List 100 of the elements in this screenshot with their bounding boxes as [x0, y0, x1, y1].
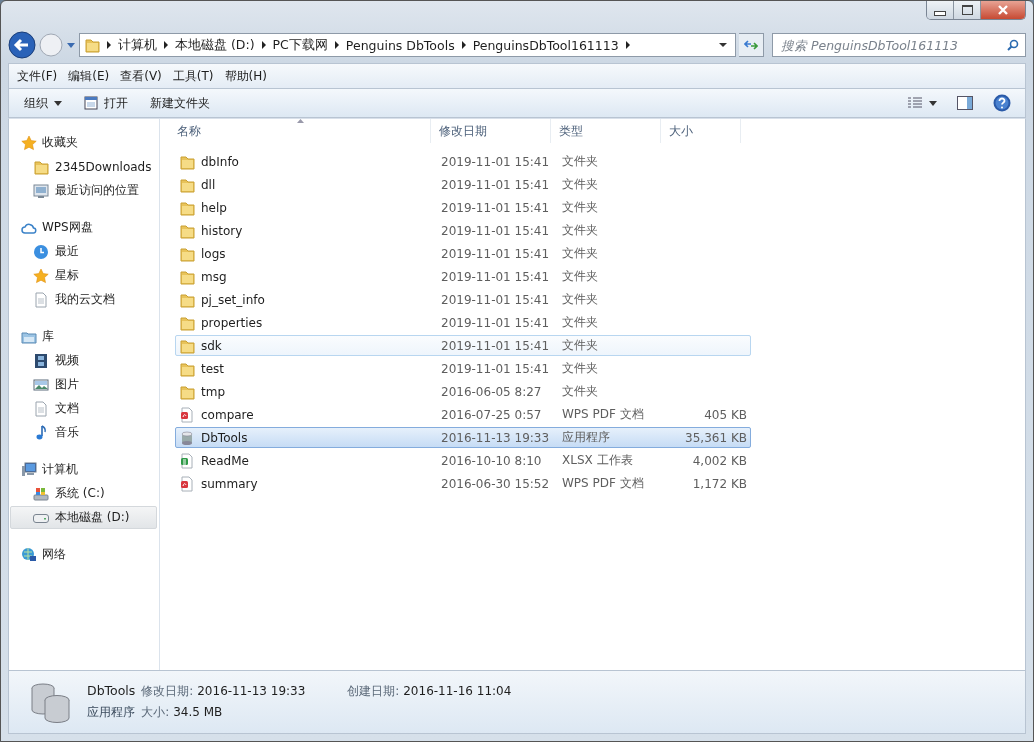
sidebar-item[interactable]: 本地磁盘 (D:)	[10, 506, 157, 529]
file-name: properties	[201, 315, 263, 330]
file-row[interactable]: ReadMe 2016-10-10 8:10 XLSX 工作表 4,002 KB	[175, 450, 751, 471]
file-name: sdk	[201, 338, 222, 353]
file-row[interactable]: logs 2019-11-01 15:41 文件夹	[175, 243, 751, 264]
sidebar-item[interactable]: 我的云文档	[10, 288, 157, 311]
address-bar[interactable]: 计算机 本地磁盘 (D:) PC下载网 Penguins DbTools PenguinsDbTool161113	[79, 33, 736, 57]
file-row[interactable]: help 2019-11-01 15:41 文件夹	[175, 197, 751, 218]
file-name: history	[201, 223, 243, 238]
chevron-icon[interactable]	[624, 41, 631, 49]
film-icon	[33, 352, 49, 369]
sidebar-item[interactable]: 2345Downloads	[10, 155, 157, 178]
file-name: msg	[201, 269, 227, 284]
file-row[interactable]: sdk 2019-11-01 15:41 文件夹	[175, 335, 751, 356]
refresh-arrows-icon	[744, 39, 758, 51]
file-row[interactable]: properties 2019-11-01 15:41 文件夹	[175, 312, 751, 333]
folder-icon	[179, 383, 195, 400]
folder-icon	[179, 153, 195, 170]
chevron-icon[interactable]	[333, 41, 340, 49]
modified-date: 2019-11-01 15:41	[440, 292, 551, 307]
chevron-icon[interactable]	[260, 41, 267, 49]
column-header[interactable]: 修改日期	[431, 119, 551, 143]
file-name: help	[201, 200, 227, 215]
maximize-button[interactable]	[954, 1, 981, 19]
sidebar-group-header[interactable]: 计算机	[9, 458, 159, 481]
file-row[interactable]: pj_set_info 2019-11-01 15:41 文件夹	[175, 289, 751, 310]
close-icon[interactable]	[997, 5, 1009, 15]
breadcrumb-item[interactable]: 计算机	[118, 36, 157, 54]
chevron-icon[interactable]	[106, 41, 112, 49]
modified-date: 2019-11-01 15:41	[440, 177, 551, 192]
sidebar-item[interactable]: 音乐	[10, 421, 157, 444]
modified-date: 2019-11-01 15:41	[440, 200, 551, 215]
toolbar-button[interactable]: 新建文件夹	[143, 91, 217, 115]
history-dropdown-icon[interactable]	[66, 41, 76, 49]
sidebar-group-header[interactable]: 网络	[9, 543, 159, 566]
file-type: 文件夹	[561, 383, 599, 400]
modified-date: 2019-11-01 15:41	[440, 223, 551, 238]
menu-item[interactable]: 帮助(H)	[220, 65, 271, 87]
star-icon	[21, 134, 37, 151]
breadcrumb-item[interactable]: PC下载网	[272, 36, 328, 54]
clock-icon	[33, 243, 49, 260]
folder-icon	[179, 176, 195, 193]
file-type: 文件夹	[561, 337, 599, 354]
column-header[interactable]: 类型	[551, 119, 661, 143]
chevron-icon[interactable]	[163, 41, 169, 49]
breadcrumb-item[interactable]: PenguinsDbTool161113	[472, 37, 619, 53]
file-type: 文件夹	[561, 268, 599, 285]
file-row[interactable]: summary 2016-06-30 15:52 WPS PDF 文档 1,172 KB	[175, 473, 751, 494]
sidebar-item[interactable]: 文档	[10, 397, 157, 420]
file-row[interactable]: compare 2016-07-25 0:57 WPS PDF 文档 405 KB	[175, 404, 751, 425]
window-icon	[84, 96, 98, 110]
computer-icon	[21, 461, 37, 478]
file-row[interactable]: tmp 2016-06-05 8:27 文件夹	[175, 381, 751, 402]
search-field[interactable]: 搜索 PenguinsDbTool161113	[772, 33, 1026, 57]
refresh-button[interactable]	[739, 33, 764, 57]
folder-icon	[179, 245, 195, 262]
menu-item[interactable]: 工具(T)	[168, 65, 218, 87]
file-row[interactable]: dbInfo 2019-11-01 15:41 文件夹	[175, 151, 751, 172]
file-type: WPS PDF 文档	[561, 406, 645, 423]
sidebar-item[interactable]: 图片	[10, 373, 157, 396]
file-type: WPS PDF 文档	[561, 475, 645, 492]
file-row[interactable]: test 2019-11-01 15:41 文件夹	[175, 358, 751, 379]
close-button[interactable]	[981, 1, 1025, 19]
field-value: 2016-11-16 11:04	[402, 684, 512, 698]
toolbar-button[interactable]: 组织	[17, 91, 69, 115]
file-row[interactable]: msg 2019-11-01 15:41 文件夹	[175, 266, 751, 287]
sidebar-item[interactable]: 星标	[10, 264, 157, 287]
field-label: 修改日期:	[141, 684, 194, 698]
back-button[interactable]	[8, 31, 36, 59]
column-header[interactable]: 大小	[661, 119, 741, 143]
minimize-button[interactable]	[927, 1, 954, 19]
sidebar-group-header[interactable]: WPS网盘	[9, 216, 159, 239]
sidebar-item[interactable]: 最近	[10, 240, 157, 263]
file-type: 应用程序	[87, 704, 136, 721]
caret-icon	[929, 100, 937, 106]
file-size: 4,002 KB	[691, 453, 748, 468]
breadcrumb-item[interactable]: Penguins DbTools	[345, 37, 455, 53]
sidebar-item[interactable]: 最近访问的位置	[10, 179, 157, 202]
file-name: DbTools	[87, 683, 136, 698]
chevron-icon[interactable]	[460, 41, 467, 49]
breadcrumb-item[interactable]: 本地磁盘 (D:)	[175, 36, 255, 54]
network-globe-icon	[21, 546, 37, 563]
modified-date: 2016-06-30 15:52	[440, 476, 551, 491]
sidebar-group-header[interactable]: 库	[9, 325, 159, 348]
toolbar-button[interactable]: 打开	[77, 91, 135, 115]
file-row[interactable]: history 2019-11-01 15:41 文件夹	[175, 220, 751, 241]
menu-item[interactable]: 编辑(E)	[64, 65, 114, 87]
menu-item[interactable]: 文件(F)	[13, 65, 62, 87]
field-label: 创建日期:	[347, 684, 400, 698]
modified-date: 2019-11-01 15:41	[440, 361, 551, 376]
dropdown-arrow-icon[interactable]	[719, 42, 727, 48]
file-row[interactable]: dll 2019-11-01 15:41 文件夹	[175, 174, 751, 195]
sidebar-item[interactable]: 视频	[10, 349, 157, 372]
menu-item[interactable]: 查看(V)	[116, 65, 166, 87]
file-type: 文件夹	[561, 199, 599, 216]
file-row[interactable]: DbTools 2016-11-13 19:33 应用程序 35,361 KB	[175, 427, 751, 448]
sidebar-group-header[interactable]: 收藏夹	[9, 131, 159, 154]
file-size: 1,172 KB	[691, 476, 748, 491]
folder-icon	[179, 291, 195, 308]
sidebar-item[interactable]: 系统 (C:)	[10, 482, 157, 505]
